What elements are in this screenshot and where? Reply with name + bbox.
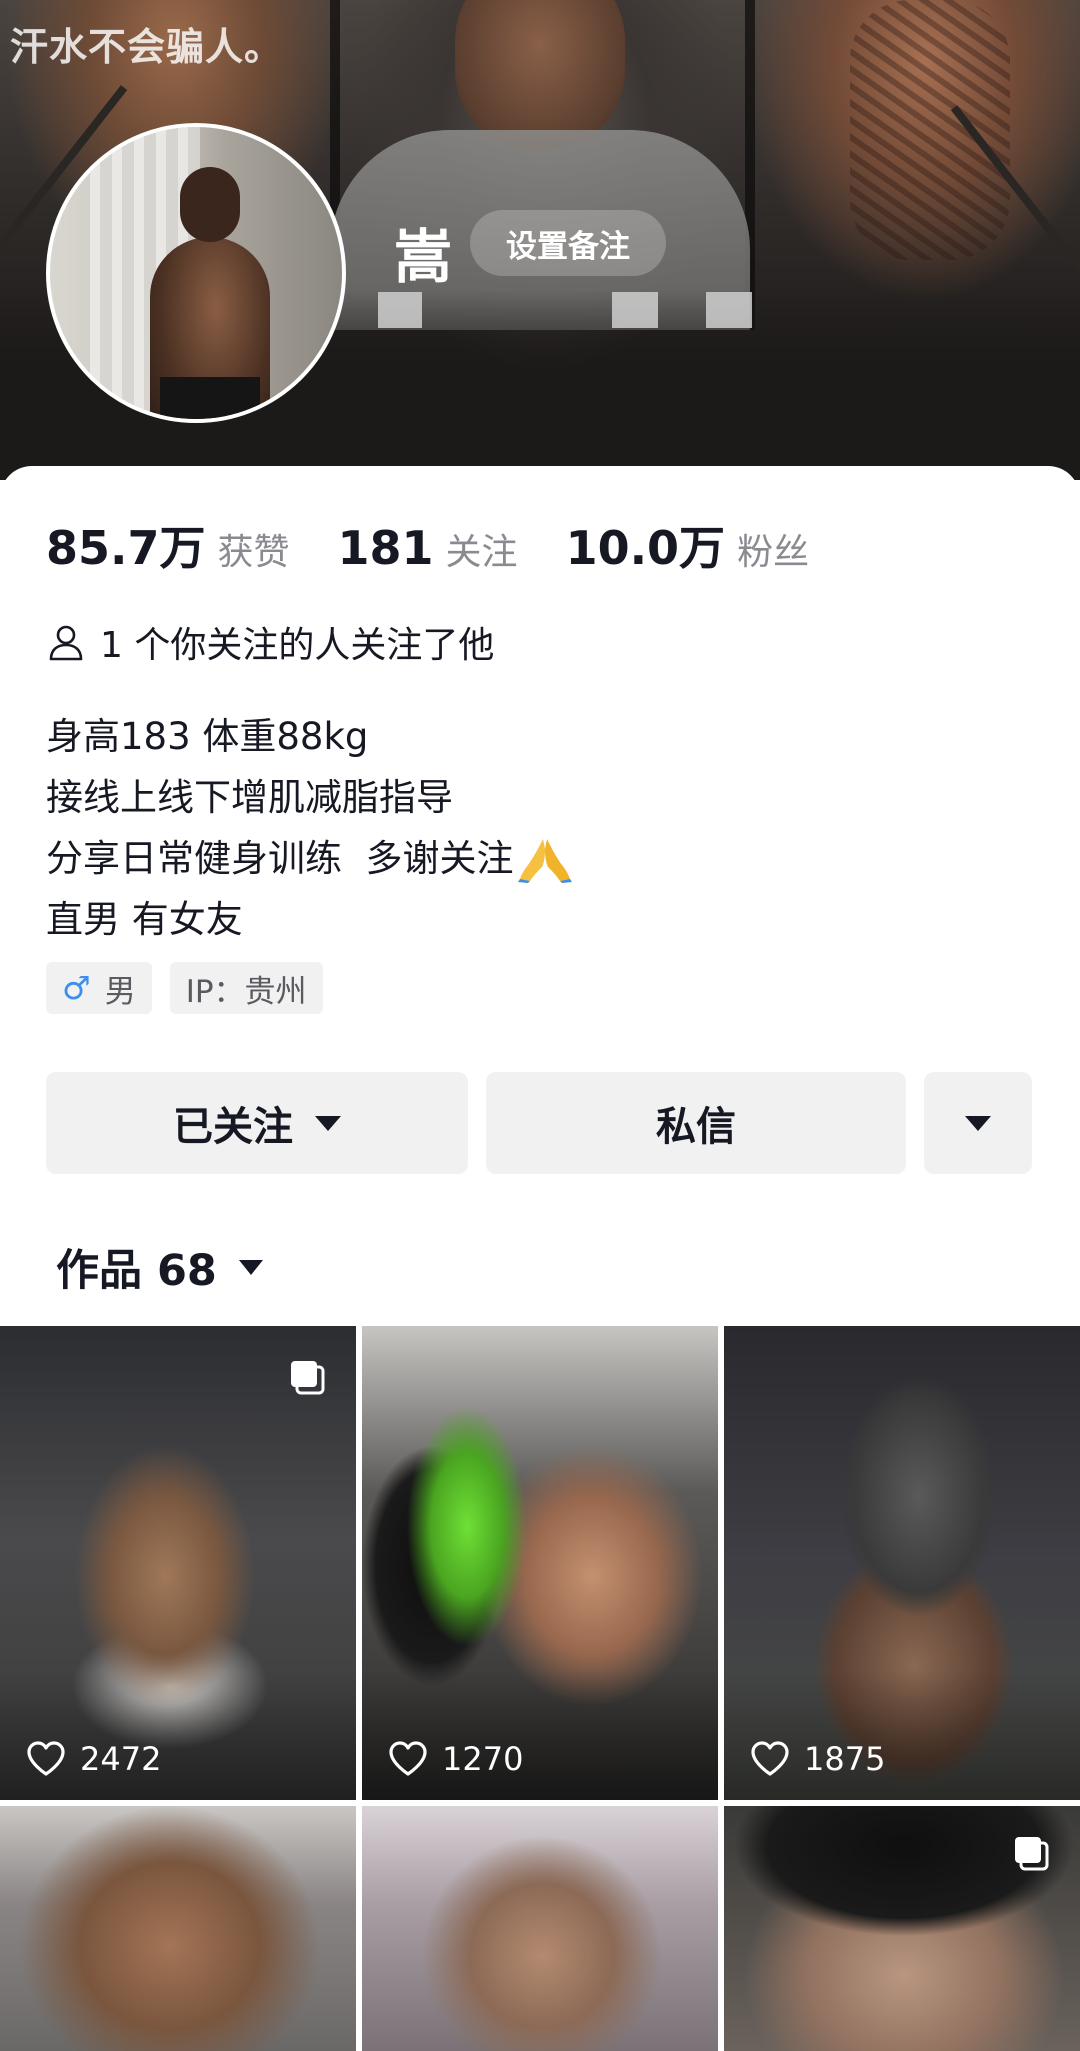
video-thumbnail[interactable]: 1270 — [362, 1326, 718, 1800]
heart-icon — [389, 1741, 427, 1776]
avatar-decor — [160, 377, 260, 419]
set-remark-button[interactable]: 设置备注 — [470, 210, 666, 276]
male-icon: ♂ — [62, 969, 91, 1007]
more-options-button[interactable] — [924, 1072, 1032, 1174]
banner-decor — [455, 0, 625, 150]
likes-count: 1875 — [750, 1740, 885, 1778]
profile-tags: ♂ 男 IP：贵州 — [46, 962, 341, 1014]
thumbnail-shade — [362, 1670, 718, 1800]
avatar[interactable] — [46, 123, 346, 423]
triangle-down-icon — [238, 1259, 263, 1275]
thumbnail-shade — [724, 1670, 1080, 1800]
likes-number: 1875 — [804, 1740, 886, 1778]
bio-line: 身高183 体重88kg — [46, 715, 369, 758]
avatar-decor — [180, 167, 240, 242]
profile-name: 嵩 — [394, 223, 453, 291]
banner-decor — [612, 292, 658, 328]
stat-following-number: 181 — [337, 521, 434, 575]
works-tab-label: 作品 68 — [56, 1246, 217, 1296]
gender-tag: ♂ 男 — [46, 962, 152, 1014]
multi-image-icon — [1015, 1837, 1049, 1871]
video-thumbnail[interactable] — [724, 1806, 1080, 2051]
followed-button-label: 已关注 — [173, 1104, 293, 1150]
thumbnail-shade — [0, 1670, 356, 1800]
banner-decor — [378, 292, 422, 328]
video-thumbnail[interactable]: 2472 — [0, 1326, 356, 1800]
heart-icon — [751, 1741, 789, 1776]
likes-count: 1270 — [388, 1740, 523, 1778]
person-icon — [49, 625, 83, 661]
stat-likes-number: 85.7万 — [46, 521, 206, 575]
heart-icon — [27, 1741, 65, 1776]
message-button[interactable]: 私信 — [486, 1072, 906, 1174]
likes-count: 2472 — [26, 1740, 161, 1778]
triangle-down-icon — [315, 1115, 341, 1131]
mutual-followers[interactable]: 1 个你关注的人关注了他 — [46, 616, 494, 668]
ip-label: IP：贵州 — [185, 973, 307, 1010]
video-thumbnail[interactable] — [0, 1806, 356, 2051]
video-thumbnail[interactable] — [362, 1806, 718, 2051]
stat-followers-label: 粉丝 — [737, 532, 810, 573]
praying-hands-icon — [517, 838, 572, 883]
banner-slogan: 汗水不会骗人。 — [10, 25, 284, 69]
stat-likes[interactable]: 85.7万 获赞 — [46, 512, 290, 578]
video-thumbnail[interactable]: 1875 — [724, 1326, 1080, 1800]
bio: 身高183 体重88kg 接线上线下增肌减脂指导 分享日常健身训练 多谢关注 直… — [46, 706, 572, 950]
works-tab[interactable]: 作品 68 — [56, 1236, 263, 1298]
action-buttons: 已关注 私信 — [46, 1072, 1032, 1174]
banner-decor — [706, 292, 752, 328]
bio-line-with-emoji: 分享日常健身训练 多谢关注 — [46, 828, 572, 889]
gender-label: 男 — [104, 973, 136, 1010]
mutual-followers-text: 1 个你关注的人关注了他 — [100, 625, 495, 666]
bio-line: 接线上线下增肌减脂指导 — [46, 776, 453, 819]
likes-number: 2472 — [80, 1740, 162, 1778]
bio-line: 直男 有女友 — [46, 898, 243, 941]
triangle-down-icon — [965, 1115, 991, 1131]
stat-likes-label: 获赞 — [217, 532, 290, 573]
followed-button[interactable]: 已关注 — [46, 1072, 468, 1174]
stat-followers-number: 10.0万 — [565, 521, 726, 575]
ip-tag: IP：贵州 — [169, 962, 323, 1014]
stats-row: 85.7万 获赞 181 关注 10.0万 粉丝 — [46, 512, 857, 578]
multi-image-icon — [291, 1361, 325, 1395]
bio-line: 分享日常健身训练 多谢关注 — [46, 837, 514, 880]
message-button-label: 私信 — [656, 1104, 736, 1150]
stat-following-label: 关注 — [445, 532, 518, 573]
banner-decor — [850, 0, 1010, 260]
likes-number: 1270 — [442, 1740, 524, 1778]
stat-followers[interactable]: 10.0万 粉丝 — [566, 512, 810, 578]
stat-following[interactable]: 181 关注 — [338, 521, 518, 575]
